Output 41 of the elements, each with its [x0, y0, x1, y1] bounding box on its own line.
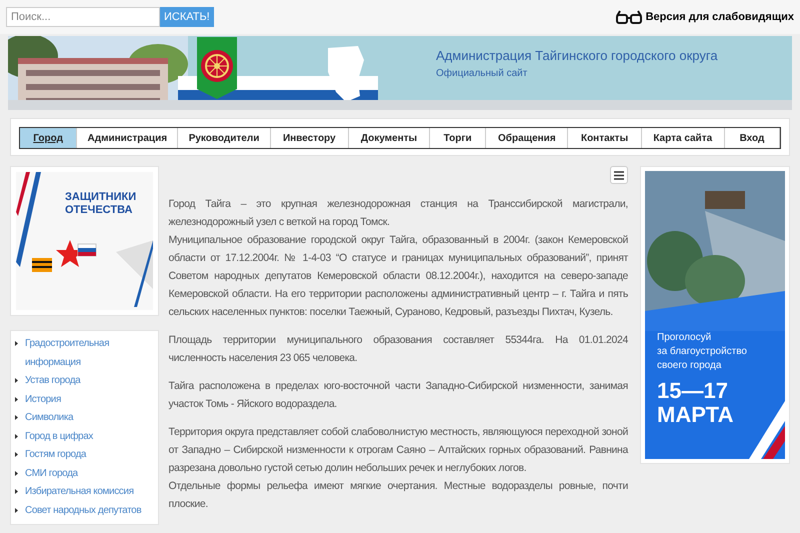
sidebar-link[interactable]: История	[25, 390, 61, 409]
banner-title: ЗАЩИТНИКИ ОТЕЧЕСТВА	[65, 191, 138, 217]
bullet-icon	[15, 489, 18, 494]
bullet-icon	[15, 470, 18, 476]
nav-tab[interactable]: Город	[20, 128, 78, 148]
sidebar-link[interactable]: Совет народных депутатов	[25, 502, 142, 520]
accessibility-link[interactable]: Версия для слабовидящих	[646, 8, 794, 26]
bullet-icon	[15, 508, 18, 512]
menu-button[interactable]	[610, 166, 628, 184]
banner-text: своего города	[657, 359, 722, 373]
bullet-icon	[15, 434, 18, 438]
sidebar-link[interactable]: Символика	[25, 409, 74, 428]
sidebar-link[interactable]: СМИ города	[25, 464, 78, 483]
sidebar-link[interactable]: Устав города	[25, 372, 80, 390]
banner-dates: 15—17	[657, 379, 729, 403]
bullet-icon	[15, 396, 18, 402]
bullet-icon	[15, 378, 18, 383]
banner-text: Проголосуй	[657, 331, 712, 345]
paragraph: Тайга расположена в пределах юго-восточной части Западно-Сибирской низменности, занимая участок Томь - Яйского водораздела.	[168, 379, 628, 412]
banner-month: МАРТА	[657, 403, 735, 427]
nav-tab[interactable]: Инвестору	[270, 128, 349, 148]
site-subtitle: Официальный сайт	[436, 66, 528, 80]
banner-text: за благоустройство	[657, 345, 747, 359]
nav-tab[interactable]: Карта сайта	[642, 128, 725, 148]
bullet-icon	[15, 341, 18, 346]
paragraph: Город Тайга – это крупная железнодорожная станция на Транссибирской магистрали, железнодорожный узел с веткой на город Томск.	[168, 197, 628, 230]
sidebar-link[interactable]: Гостям города	[25, 446, 86, 464]
paragraph: Отдельные формы рельефа имеют мягкие очертания. Местные водоразделы ровные, почти плоские.	[168, 479, 628, 512]
sidebar-link[interactable]: Город в цифрах	[25, 428, 93, 446]
search-field[interactable]: Поиск...	[6, 7, 160, 27]
sidebar-link[interactable]: Избирательная комиссия	[25, 483, 134, 502]
menu-icon	[614, 170, 624, 180]
bullet-icon	[15, 415, 18, 420]
glasses-icon[interactable]	[616, 10, 642, 24]
paragraph: Площадь территории муниципального образования составляет 55344га. На 01.01.2024 численность населения 23 065 человека.	[168, 333, 628, 366]
paragraph: Территория округа представляет собой слабоволнистую местность, являющуюся переходной зоной от Западно – Сибирской низменности к отрогам Саяно – Алтайских горных образований. Равнина разрезана довольно густой сетью долин небольших речек и неглубоких логов.	[168, 425, 628, 476]
site-title: Администрация Тайгинского городского округа	[436, 47, 718, 65]
coat-of-arms-icon	[196, 36, 238, 100]
paragraph: Муниципальное образование городской округ Тайга, образованный в 2004г. (закон Кемеровской области от 17.12.2004г. № 1-4-03 “О статусе и границах муниципальных образований”, принят Советом народных депутатов Кемеровской области 08.12.2004г.), находится на северо-западе Кемеровской области. На его территории расположены административный центр – г. Тайга и пять сельских населенных пунктов: поселки Таежный, Сураново, Кедровый, разъезды Пихтач, Кузель.	[168, 233, 628, 320]
sidebar-link[interactable]: Градостроительная информация	[25, 335, 156, 372]
bullet-icon	[15, 452, 18, 457]
